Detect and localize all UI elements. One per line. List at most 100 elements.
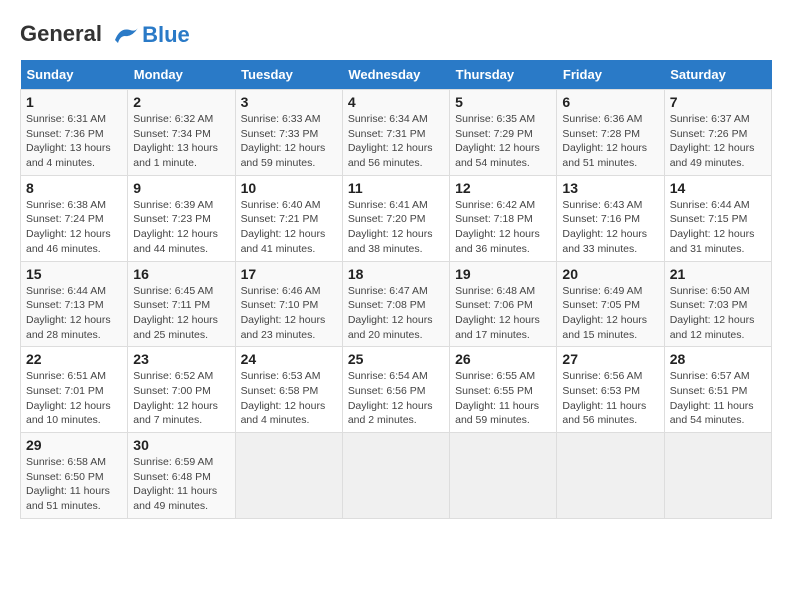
day-number: 11 bbox=[348, 180, 444, 196]
calendar-cell: 5 Sunrise: 6:35 AMSunset: 7:29 PMDayligh… bbox=[450, 90, 557, 176]
calendar-cell: 29 Sunrise: 6:58 AMSunset: 6:50 PMDaylig… bbox=[21, 433, 128, 519]
calendar-cell: 10 Sunrise: 6:40 AMSunset: 7:21 PMDaylig… bbox=[235, 175, 342, 261]
calendar-cell: 11 Sunrise: 6:41 AMSunset: 7:20 PMDaylig… bbox=[342, 175, 449, 261]
logo: General Blue bbox=[20, 20, 190, 50]
day-number: 12 bbox=[455, 180, 551, 196]
day-detail: Sunrise: 6:42 AMSunset: 7:18 PMDaylight:… bbox=[455, 199, 540, 255]
day-detail: Sunrise: 6:45 AMSunset: 7:11 PMDaylight:… bbox=[133, 285, 218, 341]
day-detail: Sunrise: 6:34 AMSunset: 7:31 PMDaylight:… bbox=[348, 113, 433, 169]
calendar-cell: 12 Sunrise: 6:42 AMSunset: 7:18 PMDaylig… bbox=[450, 175, 557, 261]
day-detail: Sunrise: 6:36 AMSunset: 7:28 PMDaylight:… bbox=[562, 113, 647, 169]
day-detail: Sunrise: 6:37 AMSunset: 7:26 PMDaylight:… bbox=[670, 113, 755, 169]
calendar-cell: 7 Sunrise: 6:37 AMSunset: 7:26 PMDayligh… bbox=[664, 90, 771, 176]
day-number: 25 bbox=[348, 351, 444, 367]
calendar-cell: 1 Sunrise: 6:31 AMSunset: 7:36 PMDayligh… bbox=[21, 90, 128, 176]
logo-bird-icon bbox=[110, 20, 140, 50]
calendar-cell: 23 Sunrise: 6:52 AMSunset: 7:00 PMDaylig… bbox=[128, 347, 235, 433]
calendar-cell: 24 Sunrise: 6:53 AMSunset: 6:58 PMDaylig… bbox=[235, 347, 342, 433]
day-number: 3 bbox=[241, 94, 337, 110]
day-number: 17 bbox=[241, 266, 337, 282]
calendar-cell: 20 Sunrise: 6:49 AMSunset: 7:05 PMDaylig… bbox=[557, 261, 664, 347]
calendar-cell bbox=[450, 433, 557, 519]
day-number: 21 bbox=[670, 266, 766, 282]
day-detail: Sunrise: 6:49 AMSunset: 7:05 PMDaylight:… bbox=[562, 285, 647, 341]
day-number: 8 bbox=[26, 180, 122, 196]
day-number: 29 bbox=[26, 437, 122, 453]
day-number: 2 bbox=[133, 94, 229, 110]
col-header-saturday: Saturday bbox=[664, 60, 771, 90]
day-detail: Sunrise: 6:48 AMSunset: 7:06 PMDaylight:… bbox=[455, 285, 540, 341]
logo-blue: Blue bbox=[142, 22, 190, 48]
day-number: 16 bbox=[133, 266, 229, 282]
calendar-week-row: 1 Sunrise: 6:31 AMSunset: 7:36 PMDayligh… bbox=[21, 90, 772, 176]
day-number: 19 bbox=[455, 266, 551, 282]
col-header-sunday: Sunday bbox=[21, 60, 128, 90]
day-detail: Sunrise: 6:58 AMSunset: 6:50 PMDaylight:… bbox=[26, 456, 110, 512]
day-number: 30 bbox=[133, 437, 229, 453]
logo-general: General bbox=[20, 21, 102, 46]
day-detail: Sunrise: 6:55 AMSunset: 6:55 PMDaylight:… bbox=[455, 370, 539, 426]
day-detail: Sunrise: 6:53 AMSunset: 6:58 PMDaylight:… bbox=[241, 370, 326, 426]
calendar-cell bbox=[235, 433, 342, 519]
day-number: 1 bbox=[26, 94, 122, 110]
day-detail: Sunrise: 6:56 AMSunset: 6:53 PMDaylight:… bbox=[562, 370, 646, 426]
calendar-cell bbox=[664, 433, 771, 519]
calendar-cell: 14 Sunrise: 6:44 AMSunset: 7:15 PMDaylig… bbox=[664, 175, 771, 261]
day-number: 27 bbox=[562, 351, 658, 367]
day-detail: Sunrise: 6:35 AMSunset: 7:29 PMDaylight:… bbox=[455, 113, 540, 169]
day-detail: Sunrise: 6:46 AMSunset: 7:10 PMDaylight:… bbox=[241, 285, 326, 341]
day-detail: Sunrise: 6:38 AMSunset: 7:24 PMDaylight:… bbox=[26, 199, 111, 255]
day-detail: Sunrise: 6:59 AMSunset: 6:48 PMDaylight:… bbox=[133, 456, 217, 512]
calendar-cell bbox=[342, 433, 449, 519]
calendar-cell: 4 Sunrise: 6:34 AMSunset: 7:31 PMDayligh… bbox=[342, 90, 449, 176]
calendar-cell: 16 Sunrise: 6:45 AMSunset: 7:11 PMDaylig… bbox=[128, 261, 235, 347]
calendar-cell: 2 Sunrise: 6:32 AMSunset: 7:34 PMDayligh… bbox=[128, 90, 235, 176]
calendar-header-row: SundayMondayTuesdayWednesdayThursdayFrid… bbox=[21, 60, 772, 90]
day-detail: Sunrise: 6:50 AMSunset: 7:03 PMDaylight:… bbox=[670, 285, 755, 341]
day-number: 24 bbox=[241, 351, 337, 367]
day-number: 7 bbox=[670, 94, 766, 110]
day-number: 4 bbox=[348, 94, 444, 110]
day-number: 26 bbox=[455, 351, 551, 367]
day-detail: Sunrise: 6:39 AMSunset: 7:23 PMDaylight:… bbox=[133, 199, 218, 255]
calendar-cell: 19 Sunrise: 6:48 AMSunset: 7:06 PMDaylig… bbox=[450, 261, 557, 347]
col-header-monday: Monday bbox=[128, 60, 235, 90]
calendar-cell: 6 Sunrise: 6:36 AMSunset: 7:28 PMDayligh… bbox=[557, 90, 664, 176]
calendar-cell: 13 Sunrise: 6:43 AMSunset: 7:16 PMDaylig… bbox=[557, 175, 664, 261]
day-detail: Sunrise: 6:43 AMSunset: 7:16 PMDaylight:… bbox=[562, 199, 647, 255]
calendar-cell: 18 Sunrise: 6:47 AMSunset: 7:08 PMDaylig… bbox=[342, 261, 449, 347]
calendar-week-row: 22 Sunrise: 6:51 AMSunset: 7:01 PMDaylig… bbox=[21, 347, 772, 433]
day-number: 9 bbox=[133, 180, 229, 196]
day-number: 14 bbox=[670, 180, 766, 196]
calendar-cell bbox=[557, 433, 664, 519]
day-number: 23 bbox=[133, 351, 229, 367]
day-number: 13 bbox=[562, 180, 658, 196]
calendar-cell: 28 Sunrise: 6:57 AMSunset: 6:51 PMDaylig… bbox=[664, 347, 771, 433]
day-detail: Sunrise: 6:32 AMSunset: 7:34 PMDaylight:… bbox=[133, 113, 218, 169]
day-number: 5 bbox=[455, 94, 551, 110]
calendar-cell: 27 Sunrise: 6:56 AMSunset: 6:53 PMDaylig… bbox=[557, 347, 664, 433]
col-header-wednesday: Wednesday bbox=[342, 60, 449, 90]
day-number: 22 bbox=[26, 351, 122, 367]
calendar-cell: 26 Sunrise: 6:55 AMSunset: 6:55 PMDaylig… bbox=[450, 347, 557, 433]
calendar-cell: 25 Sunrise: 6:54 AMSunset: 6:56 PMDaylig… bbox=[342, 347, 449, 433]
calendar-body: 1 Sunrise: 6:31 AMSunset: 7:36 PMDayligh… bbox=[21, 90, 772, 519]
day-detail: Sunrise: 6:40 AMSunset: 7:21 PMDaylight:… bbox=[241, 199, 326, 255]
day-detail: Sunrise: 6:33 AMSunset: 7:33 PMDaylight:… bbox=[241, 113, 326, 169]
day-detail: Sunrise: 6:54 AMSunset: 6:56 PMDaylight:… bbox=[348, 370, 433, 426]
col-header-tuesday: Tuesday bbox=[235, 60, 342, 90]
day-number: 18 bbox=[348, 266, 444, 282]
day-number: 20 bbox=[562, 266, 658, 282]
calendar-week-row: 15 Sunrise: 6:44 AMSunset: 7:13 PMDaylig… bbox=[21, 261, 772, 347]
calendar-week-row: 29 Sunrise: 6:58 AMSunset: 6:50 PMDaylig… bbox=[21, 433, 772, 519]
day-detail: Sunrise: 6:44 AMSunset: 7:13 PMDaylight:… bbox=[26, 285, 111, 341]
calendar-week-row: 8 Sunrise: 6:38 AMSunset: 7:24 PMDayligh… bbox=[21, 175, 772, 261]
col-header-friday: Friday bbox=[557, 60, 664, 90]
calendar-cell: 3 Sunrise: 6:33 AMSunset: 7:33 PMDayligh… bbox=[235, 90, 342, 176]
day-detail: Sunrise: 6:31 AMSunset: 7:36 PMDaylight:… bbox=[26, 113, 111, 169]
calendar-cell: 30 Sunrise: 6:59 AMSunset: 6:48 PMDaylig… bbox=[128, 433, 235, 519]
page-header: General Blue bbox=[20, 20, 772, 50]
day-number: 15 bbox=[26, 266, 122, 282]
day-detail: Sunrise: 6:44 AMSunset: 7:15 PMDaylight:… bbox=[670, 199, 755, 255]
calendar-cell: 17 Sunrise: 6:46 AMSunset: 7:10 PMDaylig… bbox=[235, 261, 342, 347]
